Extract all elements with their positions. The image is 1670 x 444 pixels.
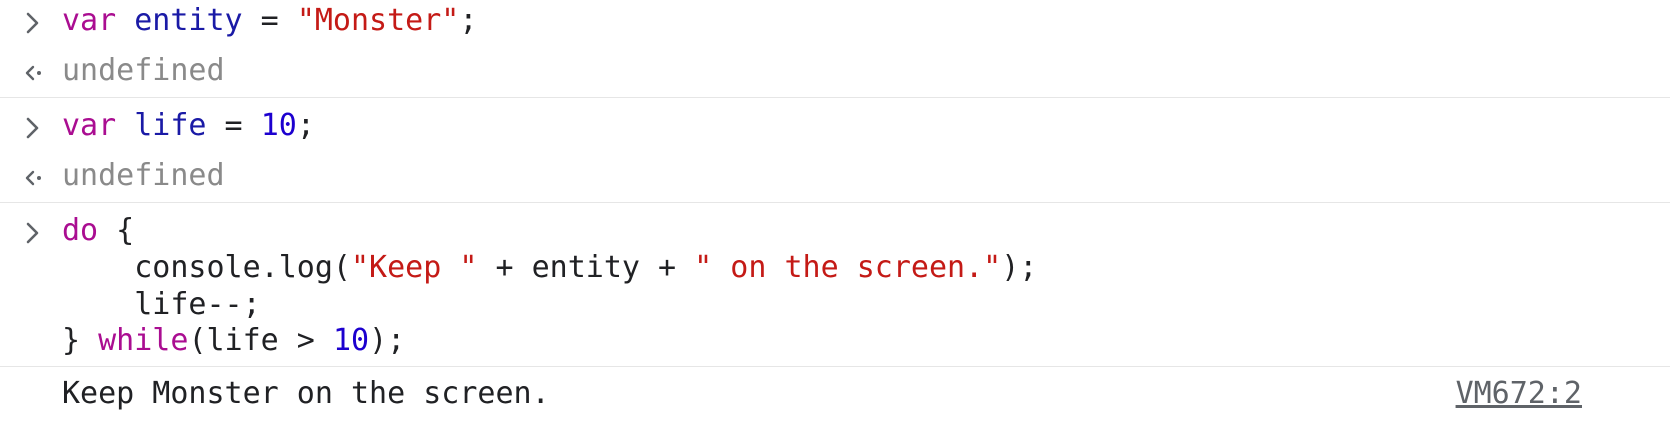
- code-terminator: ;: [296, 108, 315, 143]
- console-result-line: undefined: [62, 53, 225, 88]
- code-close-call: );: [1001, 250, 1038, 285]
- code-number: 10: [260, 108, 297, 143]
- code-string: "Monster": [296, 3, 460, 38]
- code-keyword: do: [62, 213, 99, 248]
- code-string: "Keep ": [350, 250, 478, 285]
- code-call: console.log(: [62, 250, 351, 285]
- chevron-right-icon: [26, 12, 39, 34]
- code-operator: =: [242, 3, 297, 38]
- code-condition: (life >: [188, 323, 333, 358]
- console-input-line[interactable]: var entity = "Monster";: [62, 2, 477, 40]
- console-result-line: undefined: [62, 158, 225, 193]
- return-arrow-icon: [25, 170, 41, 186]
- entry-divider: [0, 202, 1670, 203]
- loop-line-1[interactable]: do {: [62, 212, 134, 250]
- code-decrement: life--;: [62, 287, 261, 322]
- loop-line-2[interactable]: console.log("Keep " + entity + " on the …: [62, 249, 1037, 287]
- code-brace: }: [62, 323, 99, 358]
- chevron-right-icon: [26, 117, 39, 139]
- code-keyword: while: [98, 323, 189, 358]
- code-string: " on the screen.": [694, 250, 1002, 285]
- entry-divider: [0, 366, 1670, 367]
- code-number: 10: [332, 323, 370, 358]
- code-close-paren: );: [369, 323, 406, 358]
- chevron-right-icon: [26, 222, 39, 244]
- entry-divider: [0, 97, 1670, 98]
- code-keyword: var: [62, 3, 117, 38]
- code-variable: entity: [134, 3, 243, 38]
- code-concat: + entity +: [477, 250, 695, 285]
- code-keyword: var: [62, 108, 117, 143]
- code-operator: =: [206, 108, 261, 143]
- code-variable: life: [134, 108, 207, 143]
- code-brace: {: [98, 213, 135, 248]
- devtools-console: var entity = "Monster"; undefined var li…: [0, 0, 1670, 444]
- loop-line-3[interactable]: life--;: [62, 286, 261, 324]
- console-log-message: Keep Monster on the screen.: [62, 376, 550, 411]
- return-arrow-icon: [25, 65, 41, 81]
- loop-line-4[interactable]: } while(life > 10);: [62, 322, 405, 360]
- source-location-link[interactable]: VM672:2: [1456, 375, 1582, 413]
- code-terminator: ;: [459, 3, 478, 38]
- console-input-line[interactable]: var life = 10;: [62, 107, 315, 145]
